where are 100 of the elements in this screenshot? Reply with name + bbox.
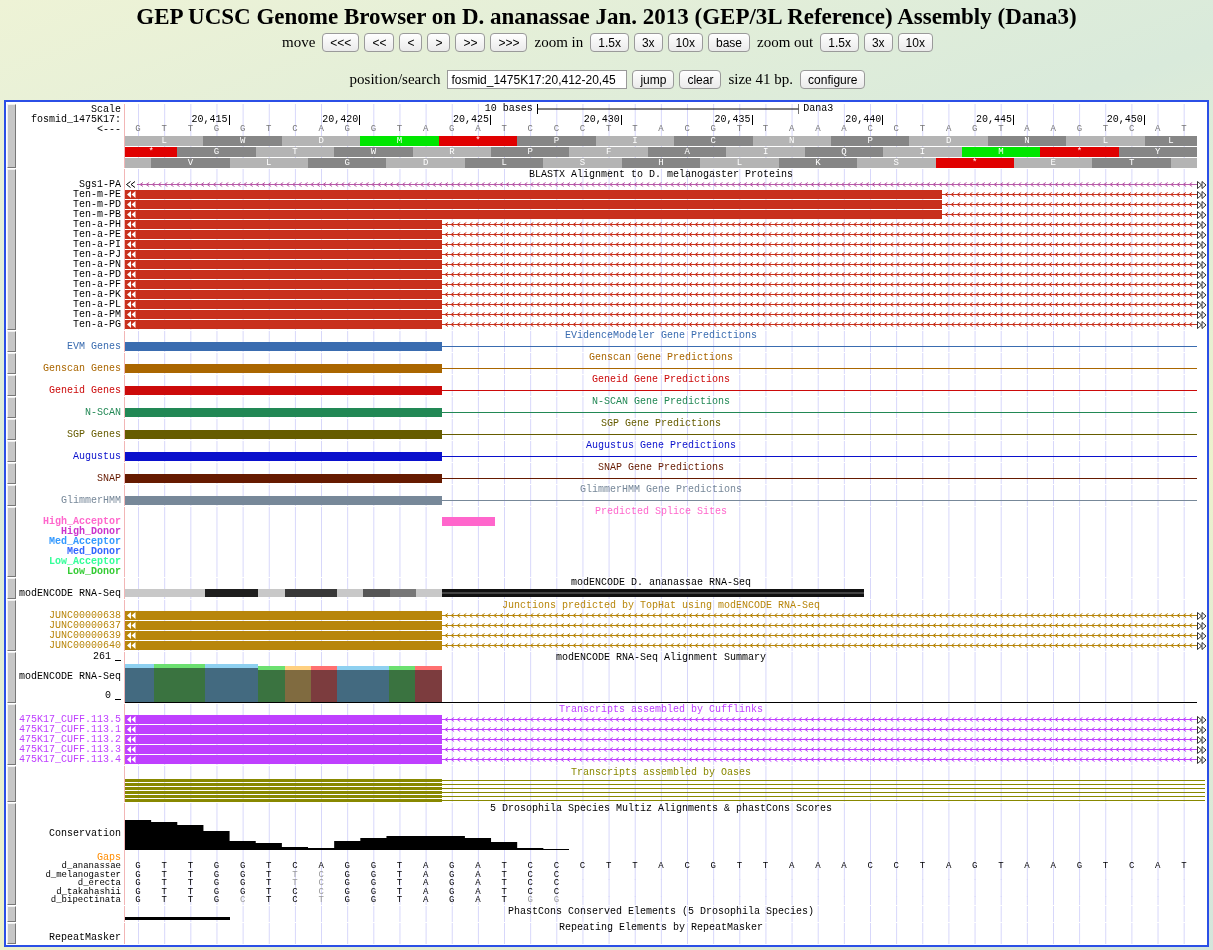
track-title: GlimmerHMM Gene Predictions xyxy=(580,485,742,495)
track-label: Sgs1-PA xyxy=(79,180,121,190)
base-letter: G xyxy=(526,896,534,905)
track-title: PhastCons Conserved Elements (5 Drosophila Species) xyxy=(507,906,815,917)
zoom-in-label: zoom in xyxy=(534,34,584,51)
position-tick: 20,435 xyxy=(714,115,753,125)
strand-arrow-icon xyxy=(127,281,136,288)
codon-block: * xyxy=(438,136,518,146)
track-label: Ten-a-PJ xyxy=(73,250,121,260)
base-letter: T xyxy=(186,862,195,871)
codon-block: L xyxy=(229,158,308,168)
codon-block: G xyxy=(177,147,256,157)
track-label: Ten-a-PN xyxy=(73,260,121,270)
zoom-out-label: zoom out xyxy=(757,34,814,51)
coverage-bar xyxy=(415,666,442,702)
strand-arrow-icon xyxy=(127,311,136,318)
base-letter: T xyxy=(395,862,404,871)
base-letter: T xyxy=(395,887,404,897)
codon-block: N xyxy=(987,136,1067,146)
base-letter: A xyxy=(1154,125,1162,134)
base-letter: G xyxy=(369,870,378,880)
base-letter: C xyxy=(578,862,587,871)
track-label: Ten-a-PL xyxy=(73,300,121,310)
base-letter: T xyxy=(265,870,273,880)
base-letter: G xyxy=(343,887,351,897)
track-label: d_ananassae xyxy=(61,862,121,871)
move-button[interactable]: > xyxy=(427,33,451,52)
base-letter: T xyxy=(186,870,195,880)
base-letter: T xyxy=(186,125,195,134)
base-letter: T xyxy=(761,862,770,871)
move-button[interactable]: >>> xyxy=(490,33,528,52)
base-letter: G xyxy=(369,887,378,897)
codon-block: T xyxy=(255,147,335,157)
track-title: Transcripts assembled by Oases xyxy=(571,768,751,778)
zoom-in-button[interactable]: 10x xyxy=(667,33,703,52)
track-label: Ten-a-PH xyxy=(73,220,121,230)
codon-block: P xyxy=(517,136,596,146)
track-title: Repeating Elements by RepeatMasker xyxy=(558,922,763,933)
position-label: position/search xyxy=(349,71,441,88)
base-letter: T xyxy=(160,896,168,905)
base-letter: G xyxy=(448,879,456,888)
codon-block: T xyxy=(1092,158,1171,168)
codon-block: M xyxy=(360,136,439,146)
base-letter: A xyxy=(474,870,482,880)
base-letter: C xyxy=(552,887,561,897)
zoom-out-button[interactable]: 3x xyxy=(863,33,893,52)
codon-block: L xyxy=(1144,136,1197,146)
zoom-out-button[interactable]: 10x xyxy=(897,33,933,52)
base-letter: G xyxy=(238,879,247,888)
base-letter: G xyxy=(212,896,221,905)
track-label: Ten-a-PG xyxy=(73,320,121,330)
track-title: Junctions predicted by TopHat using modENCODE RNA-Seq xyxy=(501,601,821,611)
track-label: High_Donor xyxy=(61,527,121,537)
track-label: RepeatMasker xyxy=(49,933,121,943)
base-letter: T xyxy=(1101,862,1110,871)
zoom-in-button[interactable]: 1.5x xyxy=(590,33,629,52)
base-letter: G xyxy=(238,125,247,134)
base-letter: A xyxy=(840,125,848,134)
codon-block: S xyxy=(857,158,936,168)
base-letter: G xyxy=(343,862,351,871)
base-letter: G xyxy=(212,879,221,888)
zoom-in-button[interactable]: base xyxy=(707,33,750,52)
base-letter: T xyxy=(997,125,1005,134)
codon-block: N xyxy=(752,136,831,146)
base-letter: T xyxy=(631,125,639,134)
base-letter: T xyxy=(265,887,273,897)
move-label: move xyxy=(282,34,316,51)
base-letter: G xyxy=(134,862,142,871)
move-button[interactable]: >> xyxy=(455,33,486,52)
base-letter: A xyxy=(1049,125,1057,134)
track-label: Geneid Genes xyxy=(49,385,121,396)
base-letter: A xyxy=(944,862,953,871)
base-letter: C xyxy=(552,862,561,871)
position-search-field[interactable]: fosmid_1475K17:20,412-20,45 xyxy=(447,70,628,89)
position-button[interactable]: clear xyxy=(679,70,722,89)
base-letter: G xyxy=(134,887,142,897)
base-letter: G xyxy=(134,896,142,905)
base-letter: C xyxy=(526,870,534,880)
base-letter: G xyxy=(343,125,351,134)
strand-arrow-icon xyxy=(127,716,136,723)
strand-arrow-icon xyxy=(127,261,136,268)
track-label: Ten-a-PD xyxy=(73,270,121,280)
track-label: SNAP xyxy=(97,473,121,484)
base-letter: C xyxy=(526,879,534,888)
codon-block: Y xyxy=(1118,147,1197,157)
codon-block: H xyxy=(621,158,701,168)
configure-button[interactable]: configure xyxy=(800,70,866,89)
track-label: SGP Genes xyxy=(67,429,121,440)
move-button[interactable]: << xyxy=(364,33,395,52)
zoom-in-button[interactable]: 3x xyxy=(633,33,663,52)
base-letter: A xyxy=(788,125,796,134)
move-button[interactable]: < xyxy=(399,33,423,52)
zoom-out-button[interactable]: 1.5x xyxy=(820,33,859,52)
base-letter: T xyxy=(160,870,168,880)
base-letter: A xyxy=(474,125,482,134)
track-label: 475K17_CUFF.113.3 xyxy=(18,745,121,755)
base-letter: T xyxy=(160,879,168,888)
position-button[interactable]: jump xyxy=(632,70,675,89)
move-button[interactable]: <<< xyxy=(322,33,360,52)
base-letter: G xyxy=(369,896,378,905)
